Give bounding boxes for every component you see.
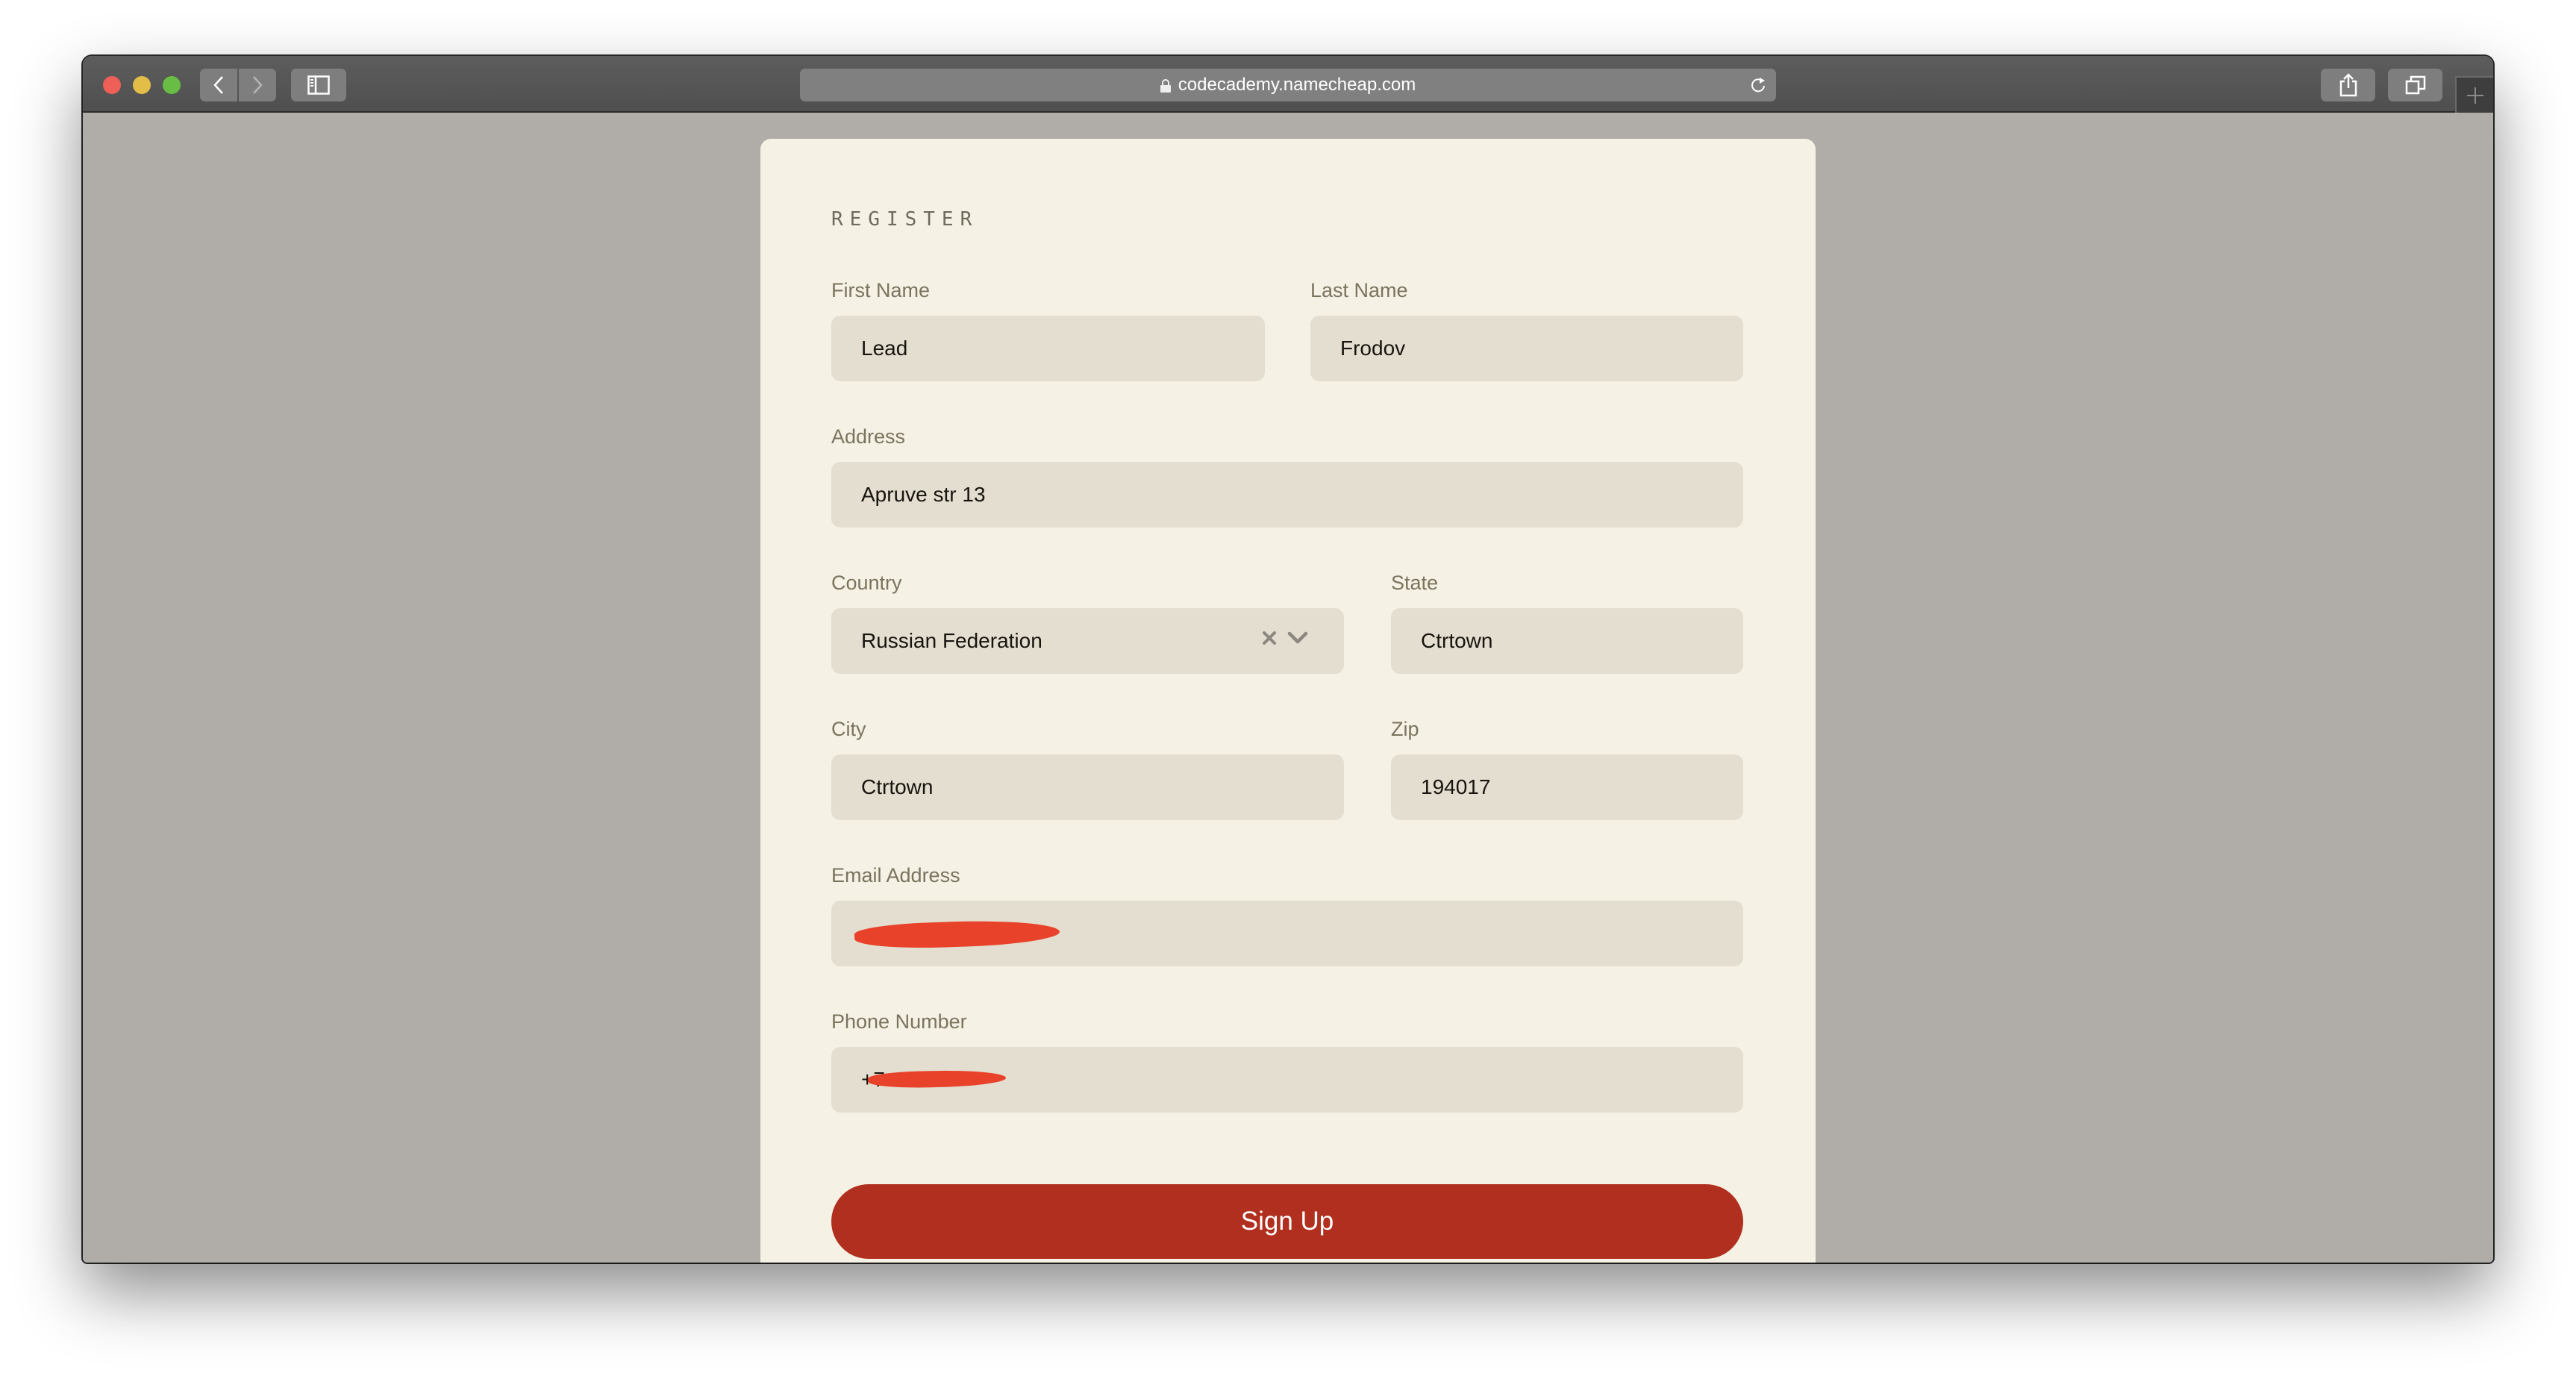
tab-overview-button[interactable] [2388, 69, 2442, 101]
sidebar-icon [307, 75, 330, 95]
chevron-down-icon[interactable] [1287, 631, 1308, 645]
sign-up-button[interactable]: Sign Up [831, 1184, 1743, 1259]
address-input[interactable]: Apruve str 13 [831, 462, 1743, 528]
share-button[interactable] [2321, 69, 2375, 101]
form-heading: REGISTER [831, 208, 979, 231]
first-name-value: Lead [861, 337, 908, 360]
state-input[interactable]: Ctrtown [1391, 608, 1743, 674]
tabs-icon [2405, 75, 2425, 95]
state-label: State [1391, 572, 1439, 594]
country-select[interactable]: Russian Federation [831, 608, 1344, 674]
new-tab-button[interactable] [2455, 76, 2493, 113]
email-redaction [854, 918, 1060, 951]
last-name-value: Frodov [1340, 337, 1406, 360]
address-value: Apruve str 13 [861, 483, 986, 506]
city-label: City [831, 718, 866, 740]
email-input[interactable] [831, 901, 1743, 966]
phone-input[interactable]: +7 [831, 1047, 1743, 1113]
browser-toolbar: codecademy.namecheap.com [83, 56, 2493, 113]
chevron-right-icon [253, 76, 263, 94]
country-label: Country [831, 572, 902, 594]
first-name-input[interactable]: Lead [831, 316, 1265, 381]
minimize-window-button[interactable] [133, 76, 151, 94]
browser-window: codecademy.namecheap.com REGISTER First … [83, 56, 2493, 1263]
reload-icon[interactable] [1749, 76, 1767, 94]
clear-icon[interactable] [1262, 631, 1277, 645]
phone-label: Phone Number [831, 1010, 967, 1033]
register-form-card: REGISTER First Name Lead Last Name Frodo… [760, 139, 1816, 1263]
url-text: codecademy.namecheap.com [1178, 75, 1416, 95]
city-input[interactable]: Ctrtown [831, 754, 1344, 820]
lock-icon [1160, 79, 1171, 93]
back-button[interactable] [200, 69, 237, 101]
zip-input[interactable]: 194017 [1391, 754, 1743, 820]
last-name-input[interactable]: Frodov [1310, 316, 1743, 381]
share-icon [2339, 73, 2357, 97]
phone-redaction [867, 1069, 1007, 1089]
zip-label: Zip [1391, 718, 1419, 740]
zip-value: 194017 [1421, 775, 1491, 798]
last-name-label: Last Name [1310, 279, 1408, 301]
plus-icon [2467, 87, 2483, 104]
sign-up-label: Sign Up [1240, 1207, 1334, 1236]
city-value: Ctrtown [861, 775, 934, 798]
email-label: Email Address [831, 864, 960, 886]
address-label: Address [831, 425, 906, 448]
zoom-window-button[interactable] [163, 76, 181, 94]
state-value: Ctrtown [1421, 629, 1493, 652]
forward-button[interactable] [239, 69, 276, 101]
page-content: REGISTER First Name Lead Last Name Frodo… [83, 113, 2493, 1263]
first-name-label: First Name [831, 279, 931, 301]
close-window-button[interactable] [103, 76, 121, 94]
sidebar-toggle-button[interactable] [291, 69, 346, 101]
chevron-left-icon [213, 76, 223, 94]
address-bar[interactable]: codecademy.namecheap.com [800, 69, 1776, 101]
country-value: Russian Federation [861, 629, 1042, 652]
